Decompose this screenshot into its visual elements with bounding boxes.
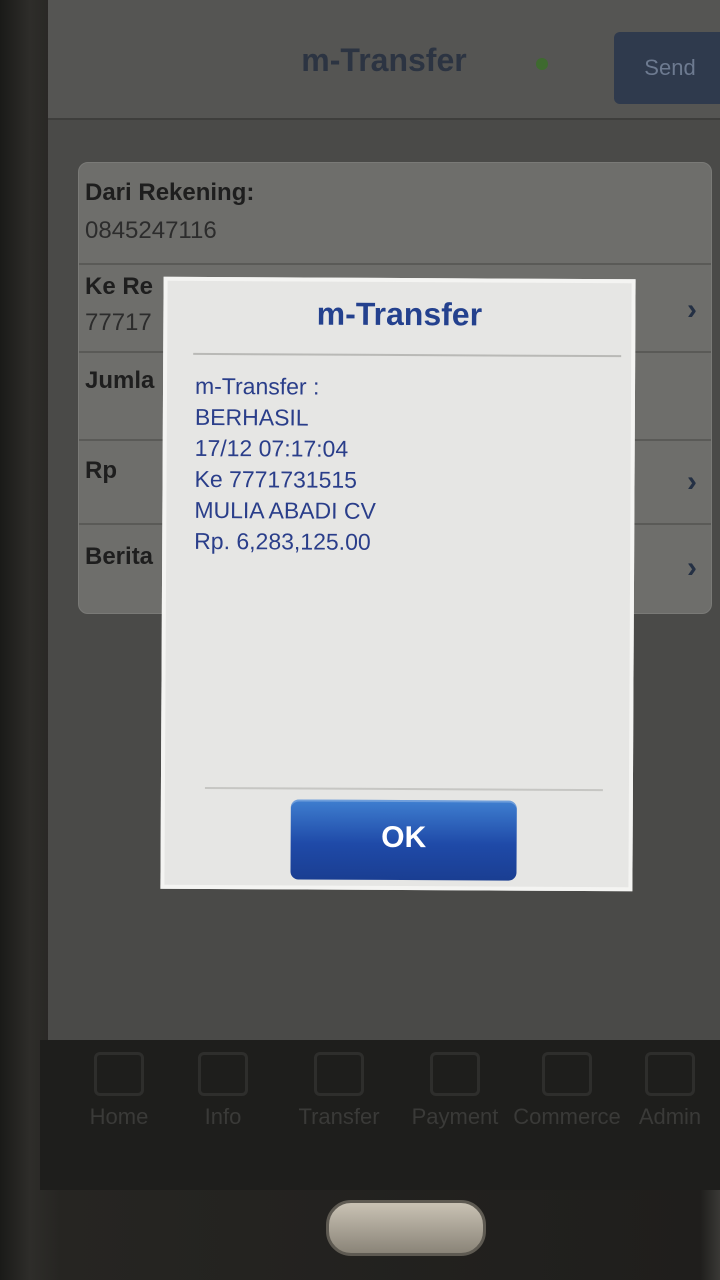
nav-item-home[interactable]: Home	[64, 1052, 174, 1130]
nav-item-label: Admin	[638, 1104, 702, 1129]
row-label: Berita	[85, 543, 154, 570]
nav-item-payment[interactable]: Payment	[400, 1052, 510, 1130]
send-button[interactable]: Send	[614, 32, 720, 104]
nav-item-label: Payment	[411, 1104, 499, 1129]
ok-button[interactable]: OK	[290, 799, 517, 881]
chevron-right-icon: ›	[687, 293, 697, 326]
nav-item-label: Info	[204, 1104, 242, 1129]
row-label: Jumla	[85, 367, 155, 394]
message-line: 17/12 07:17:04	[194, 434, 349, 462]
status-indicator	[536, 58, 548, 70]
row-label: Ke Re	[85, 273, 154, 300]
message-line: Ke 7771731515	[194, 465, 358, 493]
dialog-divider	[193, 352, 622, 358]
hardware-home-button[interactable]	[326, 1200, 486, 1256]
dialog-divider	[204, 786, 603, 792]
row-label: Dari Rekening:	[85, 179, 255, 206]
message-line: MULIA ABADI CV	[194, 496, 376, 524]
nav-item-label: Commerce	[513, 1104, 621, 1129]
info-icon	[198, 1052, 248, 1096]
nav-item-transfer[interactable]: Transfer	[284, 1052, 394, 1130]
nav-item-label: Transfer	[298, 1104, 380, 1129]
row-label: Rp	[85, 457, 117, 484]
admin-icon	[645, 1052, 695, 1096]
nav-item-commerce[interactable]: Commerce	[512, 1052, 622, 1130]
chevron-right-icon: ›	[687, 465, 697, 498]
row-value: 0845247116	[85, 217, 217, 244]
app-header: m-Transfer Send	[48, 0, 720, 120]
nav-item-info[interactable]: Info	[168, 1052, 278, 1130]
nav-item-label: Home	[89, 1104, 149, 1129]
result-dialog: m-Transfer m-Transfer : BERHASIL 17/12 0…	[160, 276, 636, 892]
payment-icon	[430, 1052, 480, 1096]
dialog-title: m-Transfer	[316, 295, 483, 333]
transfer-icon	[314, 1052, 364, 1096]
dialog-message: m-Transfer : BERHASIL 17/12 07:17:04 Ke …	[194, 371, 615, 559]
message-line: m-Transfer :	[194, 372, 320, 400]
commerce-icon	[542, 1052, 592, 1096]
row-source-account[interactable]: Dari Rekening: 0845247116	[79, 163, 711, 265]
message-line: Rp. 6,283,125.00	[194, 527, 371, 555]
message-line: BERHASIL	[194, 403, 309, 431]
home-icon	[94, 1052, 144, 1096]
chevron-right-icon: ›	[687, 551, 697, 584]
row-value: 77717	[85, 309, 152, 336]
nav-item-admin[interactable]: Admin	[620, 1052, 720, 1130]
